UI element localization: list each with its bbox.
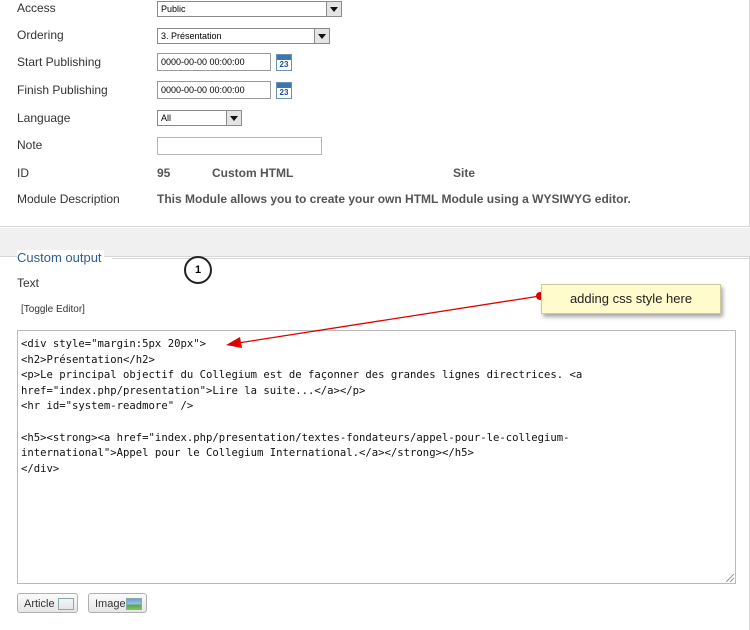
callout-text: adding css style here — [569, 291, 693, 306]
step-number-badge: 1 — [184, 256, 212, 284]
annotation-arrow — [226, 292, 544, 348]
annotation-callout: adding css style here — [541, 284, 721, 314]
